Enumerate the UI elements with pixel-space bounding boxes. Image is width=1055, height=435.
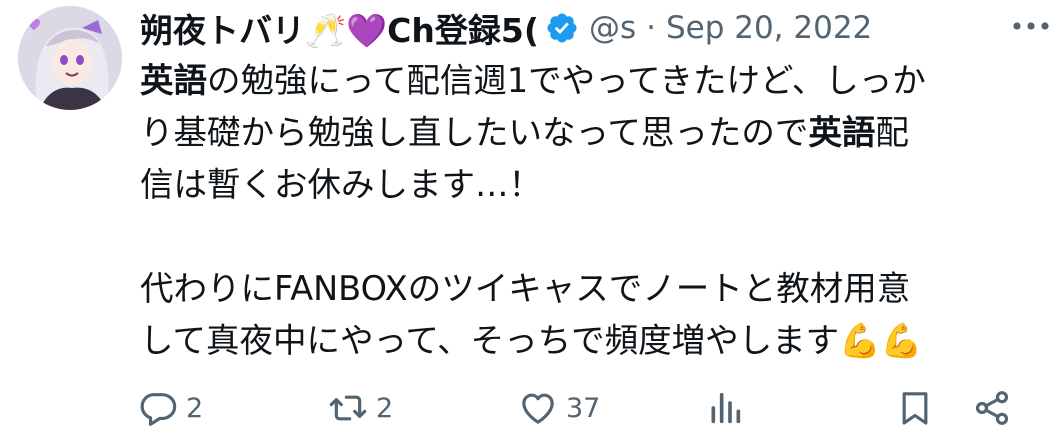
paragraph-1: 英語の勉強にって配信週1でやってきたけど、しっか り基礎から勉強し直したいなって思… <box>140 55 1020 211</box>
text-segment: 代わりにFANBOXのツイキャスでノートと教材用意 <box>140 269 911 308</box>
share-icon <box>975 391 1009 425</box>
paragraph-2: 代わりにFANBOXのツイキャスでノートと教材用意 して真夜中にやって、そっちで頻… <box>140 263 1020 367</box>
handle[interactable]: @s <box>589 10 636 46</box>
like-count: 37 <box>566 392 601 424</box>
tweet-text: 英語の勉強にって配信週1でやってきたけど、しっか り基礎から勉強し直したいなって思… <box>140 55 1020 367</box>
text-segment: して真夜中にやって、そっちで頻度増やします💪💪 <box>140 321 923 360</box>
bookmark-icon <box>902 392 928 425</box>
reply-count: 2 <box>186 392 204 424</box>
text-segment: の勉強にって配信週1でやってきたけど、しっか <box>207 61 926 100</box>
like-button[interactable]: 37 <box>518 382 600 434</box>
share-button[interactable] <box>972 382 1012 434</box>
like-icon <box>522 393 554 424</box>
display-name[interactable]: 朔夜トバリ🥂💜Ch登録5( <box>140 4 539 52</box>
bookmark-button[interactable] <box>895 382 935 434</box>
separator: · <box>646 10 656 46</box>
text-segment: 信は暫くお休みします…！ <box>140 165 542 204</box>
tweet-header: 朔夜トバリ🥂💜Ch登録5( @s · Sep 20, 2022 <box>140 4 1040 52</box>
bold-text: 英語 <box>140 61 207 100</box>
timestamp[interactable]: Sep 20, 2022 <box>666 10 872 46</box>
text-segment: り基礎から勉強し直したいなって思ったので <box>140 113 809 152</box>
reply-button[interactable]: 2 <box>138 382 203 434</box>
action-bar: 2 2 37 <box>0 382 1055 434</box>
avatar-image <box>18 6 122 110</box>
more-icon[interactable] <box>1009 12 1053 40</box>
bold-text: 英語 <box>808 113 876 152</box>
text-segment: 配 <box>875 113 909 152</box>
verified-badge-icon <box>547 13 577 43</box>
avatar[interactable] <box>18 6 122 110</box>
repost-button[interactable]: 2 <box>328 382 393 434</box>
reply-icon <box>140 393 177 426</box>
views-icon <box>711 392 741 424</box>
repost-count: 2 <box>376 392 394 424</box>
views-button[interactable] <box>705 382 745 434</box>
repost-icon <box>329 395 367 421</box>
